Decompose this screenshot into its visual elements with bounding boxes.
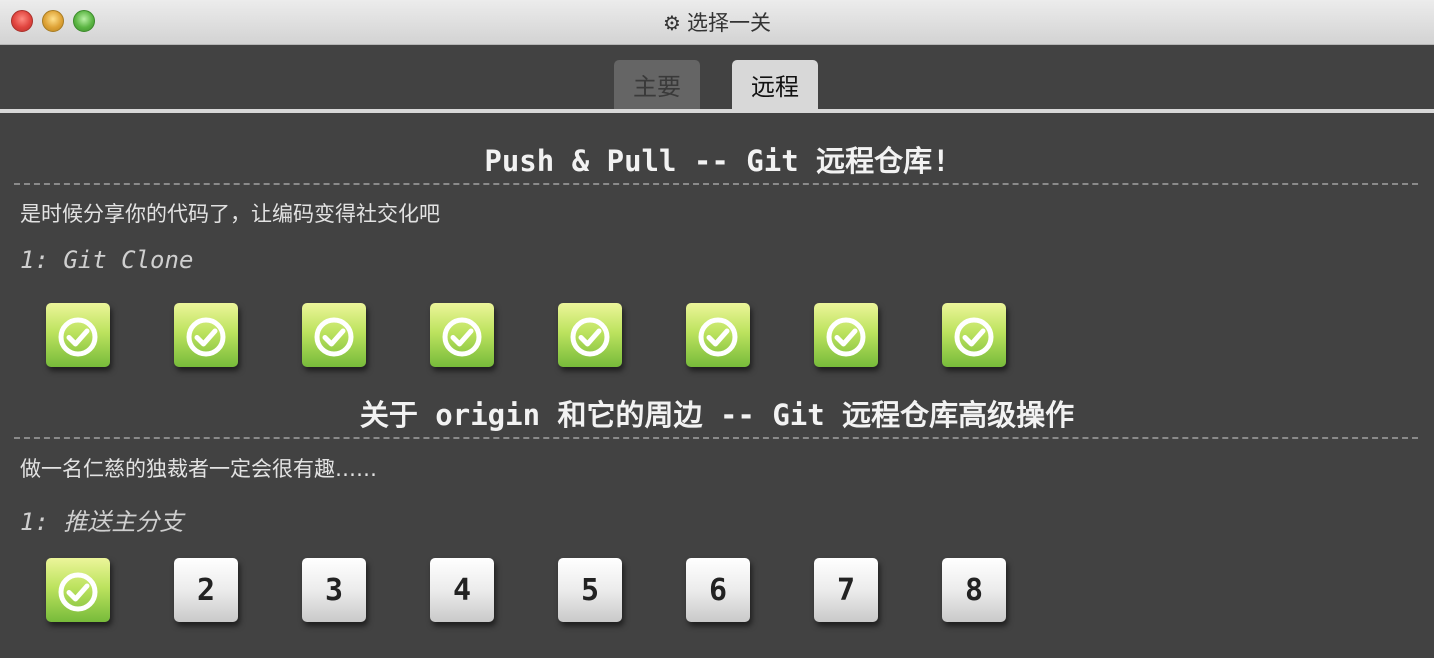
checkmark-circle-icon (186, 317, 226, 357)
level-number: 5 (580, 573, 600, 608)
level-button-completed[interactable] (430, 303, 494, 367)
section-divider (14, 437, 1418, 439)
level-number: 3 (324, 573, 344, 608)
section-divider (14, 183, 1418, 185)
level-number: 6 (708, 573, 728, 608)
level-button[interactable]: 4 (430, 558, 494, 622)
tab-bar: 主要 远程 (0, 60, 1434, 112)
level-button[interactable]: 6 (686, 558, 750, 622)
level-button[interactable]: 3 (302, 558, 366, 622)
checkmark-circle-icon (314, 317, 354, 357)
level-button-completed[interactable] (686, 303, 750, 367)
level-number: 8 (964, 573, 984, 608)
window-title-text: 选择一关 (686, 11, 771, 35)
section-title-origin: 关于 origin 和它的周边 -- Git 远程仓库高级操作 (359, 398, 1075, 432)
level-grid: 2 3 4 5 6 7 8 (0, 558, 1434, 628)
checkmark-circle-icon (954, 317, 994, 357)
level-button-completed[interactable] (46, 558, 110, 622)
checkmark-circle-icon (58, 572, 98, 612)
selected-level-name: 1: Git Clone (20, 246, 194, 274)
level-select-window: ⚙ 选择一关 主要 远程 Push & Pull -- Git 远程仓库! 是时候… (0, 0, 1434, 658)
level-number: 7 (836, 573, 856, 608)
checkmark-circle-icon (570, 317, 610, 357)
level-button[interactable]: 5 (558, 558, 622, 622)
level-button-completed[interactable] (46, 303, 110, 367)
level-button[interactable]: 2 (174, 558, 238, 622)
level-button-completed[interactable] (302, 303, 366, 367)
tab-main[interactable]: 主要 (614, 60, 700, 110)
tab-remote[interactable]: 远程 (732, 60, 818, 110)
gear-icon: ⚙ (663, 11, 681, 35)
section-description: 做一名仁慈的独裁者一定会很有趣…… (20, 457, 377, 481)
checkmark-circle-icon (442, 317, 482, 357)
level-grid (0, 303, 1434, 373)
level-button-completed[interactable] (558, 303, 622, 367)
level-button-completed[interactable] (174, 303, 238, 367)
checkmark-circle-icon (698, 317, 738, 357)
checkmark-circle-icon (826, 317, 866, 357)
level-number: 4 (452, 573, 472, 608)
level-button[interactable]: 7 (814, 558, 878, 622)
window-title: ⚙ 选择一关 (0, 7, 1434, 37)
level-button-completed[interactable] (814, 303, 878, 367)
level-number: 2 (196, 573, 216, 608)
title-bar: ⚙ 选择一关 (0, 0, 1434, 45)
section-description: 是时候分享你的代码了，让编码变得社交化吧 (20, 202, 440, 226)
selected-level-name: 1: 推送主分支 (20, 508, 184, 536)
checkmark-circle-icon (58, 317, 98, 357)
level-button-completed[interactable] (942, 303, 1006, 367)
level-button[interactable]: 8 (942, 558, 1006, 622)
section-title-push-pull: Push & Pull -- Git 远程仓库! (484, 144, 950, 178)
tab-divider (0, 109, 1434, 113)
